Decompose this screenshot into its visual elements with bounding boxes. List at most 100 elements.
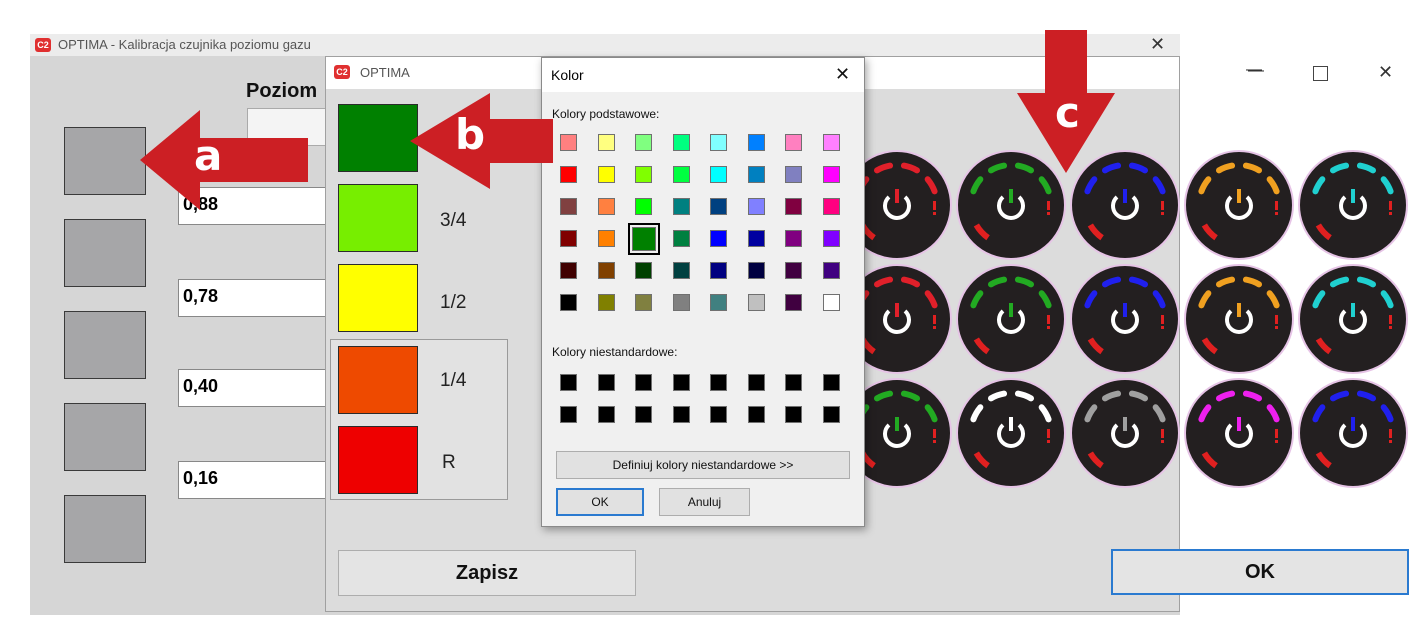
- exclamation-icon: [1275, 315, 1278, 324]
- basic-color-swatch[interactable]: [560, 134, 577, 151]
- color-cancel-button[interactable]: Anuluj: [659, 488, 750, 516]
- basic-color-swatch[interactable]: [822, 198, 840, 215]
- custom-color-swatch[interactable]: [747, 406, 765, 423]
- basic-color-swatch[interactable]: [635, 262, 652, 279]
- basic-color-swatch[interactable]: [822, 294, 840, 311]
- basic-color-swatch[interactable]: [560, 262, 577, 279]
- custom-color-swatch[interactable]: [710, 374, 727, 391]
- level-color-button-3[interactable]: [64, 311, 146, 379]
- custom-color-swatch[interactable]: [747, 374, 765, 391]
- gauge-button[interactable]: [1298, 378, 1408, 488]
- basic-color-swatch[interactable]: [672, 166, 690, 183]
- custom-color-swatch[interactable]: [635, 406, 652, 423]
- level-color-button-4[interactable]: [64, 403, 146, 471]
- color-swatch-half[interactable]: [338, 264, 418, 332]
- basic-color-swatch[interactable]: [710, 134, 727, 151]
- custom-color-swatch[interactable]: [635, 374, 652, 391]
- basic-color-swatch[interactable]: [597, 262, 615, 279]
- basic-color-swatch[interactable]: [785, 166, 802, 183]
- basic-color-swatch[interactable]: [597, 230, 615, 247]
- basic-color-swatch[interactable]: [597, 166, 615, 183]
- basic-color-swatch[interactable]: [635, 198, 652, 215]
- basic-color-swatch[interactable]: [822, 134, 840, 151]
- level-color-button-5[interactable]: [64, 495, 146, 563]
- custom-color-swatch[interactable]: [785, 374, 802, 391]
- save-button[interactable]: Zapisz: [338, 550, 636, 596]
- basic-color-swatch[interactable]: [822, 262, 840, 279]
- gauge-button[interactable]: [1184, 150, 1294, 260]
- basic-color-swatch[interactable]: [785, 198, 802, 215]
- gauge-button[interactable]: [956, 378, 1066, 488]
- gauge-button[interactable]: [1184, 378, 1294, 488]
- level-color-button-2[interactable]: [64, 219, 146, 287]
- minimize-icon[interactable]: —: [1248, 62, 1264, 80]
- color-swatch-three-quarter[interactable]: [338, 184, 418, 252]
- basic-color-swatch[interactable]: [710, 262, 727, 279]
- maximize-icon[interactable]: [1313, 66, 1328, 81]
- gauge-button[interactable]: [1184, 264, 1294, 374]
- basic-color-swatch[interactable]: [747, 262, 765, 279]
- basic-color-swatch[interactable]: [635, 166, 652, 183]
- close-icon[interactable]: ✕: [835, 64, 850, 85]
- basic-color-swatch[interactable]: [672, 198, 690, 215]
- custom-color-swatch[interactable]: [672, 374, 690, 391]
- basic-color-swatch[interactable]: [822, 230, 840, 247]
- color-ok-button[interactable]: OK: [556, 488, 644, 516]
- color-swatch-quarter[interactable]: [338, 346, 418, 414]
- level-value-input[interactable]: 0,16: [178, 461, 328, 499]
- gauge-button[interactable]: [1298, 264, 1408, 374]
- ok-button[interactable]: OK: [1111, 549, 1409, 595]
- basic-color-swatch[interactable]: [747, 134, 765, 151]
- basic-color-swatch[interactable]: [785, 230, 802, 247]
- basic-color-swatch[interactable]: [747, 294, 765, 311]
- basic-color-swatch[interactable]: [785, 134, 802, 151]
- color-swatch-reserve[interactable]: [338, 426, 418, 494]
- custom-color-swatch[interactable]: [560, 374, 577, 391]
- basic-color-swatch[interactable]: [628, 223, 660, 255]
- basic-color-swatch[interactable]: [747, 230, 765, 247]
- basic-color-swatch[interactable]: [560, 294, 577, 311]
- annotation-arrow-a: [140, 110, 308, 210]
- basic-color-swatch[interactable]: [710, 294, 727, 311]
- level-color-button-1[interactable]: [64, 127, 146, 195]
- level-value-input[interactable]: 0,40: [178, 369, 328, 407]
- custom-color-swatch[interactable]: [822, 374, 840, 391]
- custom-color-swatch[interactable]: [597, 406, 615, 423]
- close-icon[interactable]: ✕: [1150, 34, 1165, 55]
- gauge-button[interactable]: [1298, 150, 1408, 260]
- basic-color-swatch[interactable]: [597, 134, 615, 151]
- basic-color-swatch[interactable]: [672, 262, 690, 279]
- basic-color-swatch[interactable]: [710, 230, 727, 247]
- basic-color-swatch[interactable]: [710, 198, 727, 215]
- basic-color-swatch[interactable]: [710, 166, 727, 183]
- basic-color-swatch[interactable]: [560, 198, 577, 215]
- custom-color-swatch[interactable]: [560, 406, 577, 423]
- basic-color-swatch[interactable]: [635, 294, 652, 311]
- basic-color-swatch[interactable]: [560, 166, 577, 183]
- basic-color-swatch[interactable]: [785, 294, 802, 311]
- gauge-button[interactable]: [956, 264, 1066, 374]
- basic-color-swatch[interactable]: [785, 262, 802, 279]
- custom-color-swatch[interactable]: [785, 406, 802, 423]
- define-custom-colors-button[interactable]: Definiuj kolory niestandardowe >>: [556, 451, 850, 479]
- level-value-input[interactable]: 0,78: [178, 279, 328, 317]
- custom-color-swatch[interactable]: [710, 406, 727, 423]
- basic-color-swatch[interactable]: [747, 166, 765, 183]
- basic-color-swatch[interactable]: [672, 230, 690, 247]
- custom-color-swatch[interactable]: [822, 406, 840, 423]
- basic-color-swatch[interactable]: [822, 166, 840, 183]
- basic-color-swatch[interactable]: [672, 134, 690, 151]
- close-icon[interactable]: ✕: [1378, 62, 1393, 83]
- basic-color-swatch[interactable]: [672, 294, 690, 311]
- color-swatch-full[interactable]: [338, 104, 418, 172]
- gauge-button[interactable]: [1070, 378, 1180, 488]
- custom-color-swatch[interactable]: [672, 406, 690, 423]
- basic-color-swatch[interactable]: [747, 198, 765, 215]
- basic-color-swatch[interactable]: [560, 230, 577, 247]
- exclamation-icon: [1161, 201, 1164, 210]
- basic-color-swatch[interactable]: [597, 198, 615, 215]
- gauge-button[interactable]: [1070, 264, 1180, 374]
- basic-color-swatch[interactable]: [597, 294, 615, 311]
- basic-color-swatch[interactable]: [635, 134, 652, 151]
- custom-color-swatch[interactable]: [597, 374, 615, 391]
